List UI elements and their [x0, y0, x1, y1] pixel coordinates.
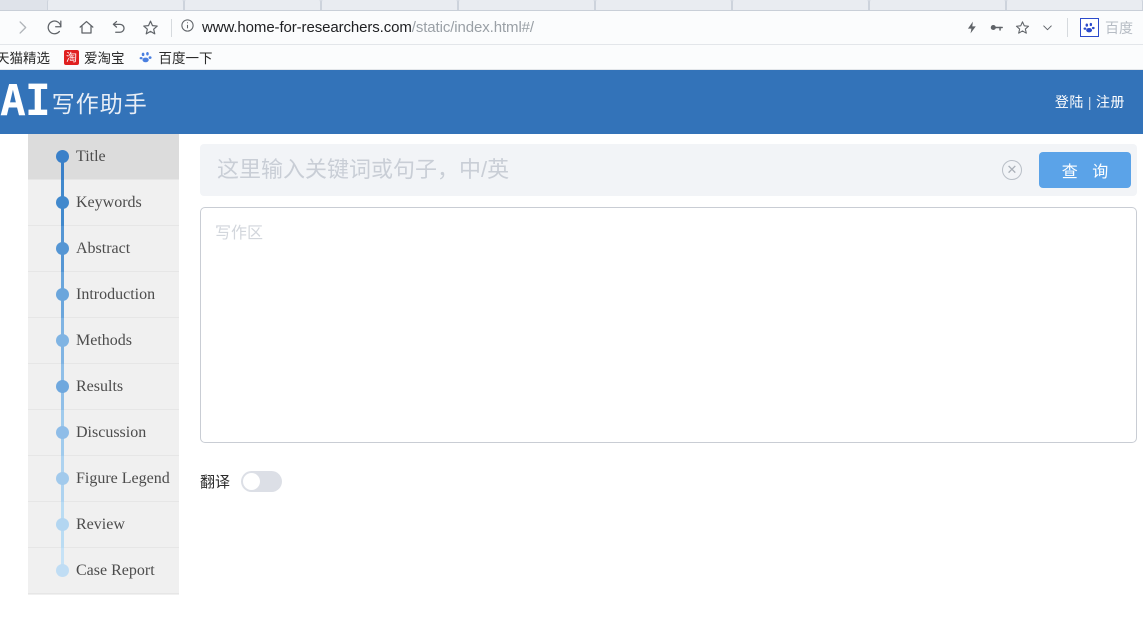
app-header: AI 写作助手 登陆 | 注册: [0, 70, 1143, 134]
undo-icon[interactable]: [104, 13, 133, 42]
sidebar-item-label: Keywords: [76, 193, 142, 211]
browser-chrome: www.home-for-researchers.com/static/inde…: [0, 0, 1143, 70]
sidebar-item-label: Introduction: [76, 285, 156, 303]
timeline-dot-icon: [56, 288, 69, 301]
sidebar-item-label: Title: [76, 147, 106, 165]
timeline-dot-icon: [56, 472, 69, 485]
lightning-icon[interactable]: [965, 19, 979, 36]
timeline-dot-icon: [56, 426, 69, 439]
browser-tab[interactable]: [320, 0, 458, 10]
browser-tab[interactable]: [731, 0, 869, 10]
sidebar-item-discussion[interactable]: Discussion: [28, 410, 179, 456]
reload-icon[interactable]: [40, 13, 69, 42]
browser-tab[interactable]: [2, 0, 47, 10]
bookmark-item[interactable]: 天猫精选: [0, 47, 50, 67]
baidu-paw-icon[interactable]: [1080, 18, 1099, 37]
translate-toggle[interactable]: [241, 471, 283, 492]
bookmarks-bar: 天猫精选 淘 爱淘宝 百度一下: [0, 45, 1143, 70]
omnibox-actions: 百度: [965, 18, 1135, 38]
browser-tab[interactable]: [594, 0, 732, 10]
browser-tab[interactable]: [183, 0, 321, 10]
sidebar-item-results[interactable]: Results: [28, 364, 179, 410]
baidu-extension-label: 百度: [1105, 19, 1133, 36]
sidebar-item-figure-legend[interactable]: Figure Legend: [28, 456, 179, 502]
auth-links: 登陆 | 注册: [1055, 92, 1125, 112]
forward-icon[interactable]: [8, 13, 37, 42]
page-body: Title Keywords Abstract Introduction Methods…: [0, 134, 1143, 595]
sidebar-item-title[interactable]: Title: [28, 134, 179, 180]
timeline-dot-icon: [56, 150, 69, 163]
bookmark-label: 百度一下: [158, 51, 213, 66]
sidebar-item-introduction[interactable]: Introduction: [28, 272, 179, 318]
sidebar-item-methods[interactable]: Methods: [28, 318, 179, 364]
section-sidebar: Title Keywords Abstract Introduction Methods…: [28, 134, 179, 595]
star-icon[interactable]: [1014, 19, 1031, 36]
baidu-extension[interactable]: 百度: [1080, 18, 1133, 38]
sidebar-item-label: Discussion: [76, 423, 147, 441]
address-bar[interactable]: www.home-for-researchers.com/static/inde…: [180, 15, 965, 41]
url-domain: www.home-for-researchers.com: [202, 19, 412, 36]
browser-tab[interactable]: [868, 0, 1006, 10]
search-input[interactable]: [217, 157, 1002, 183]
app-logo[interactable]: AI 写作助手: [0, 76, 148, 127]
sidebar-item-label: Abstract: [76, 239, 131, 257]
taobao-icon: 淘: [64, 49, 79, 65]
translate-label: 翻译: [200, 474, 231, 491]
main-content: ✕ 查 询 翻译: [179, 134, 1143, 492]
chevron-down-icon[interactable]: [1040, 20, 1055, 35]
info-circle-icon[interactable]: [180, 18, 195, 38]
bookmark-item[interactable]: 淘 爱淘宝: [64, 47, 125, 67]
sidebar-item-abstract[interactable]: Abstract: [28, 226, 179, 272]
browser-tab[interactable]: [46, 0, 184, 10]
sidebar-item-label: Case Report: [76, 561, 155, 579]
url-text: www.home-for-researchers.com/static/inde…: [202, 19, 534, 36]
login-link[interactable]: 登陆: [1055, 94, 1084, 110]
bookmark-item[interactable]: 百度一下: [139, 47, 213, 67]
timeline-dot-icon: [56, 564, 69, 577]
url-path: /static/index.html#/: [411, 19, 534, 36]
navigation-buttons: [8, 13, 165, 42]
search-button[interactable]: 查 询: [1039, 152, 1131, 188]
tab-strip[interactable]: [0, 0, 1143, 11]
translate-toggle-row: 翻译: [200, 471, 1137, 492]
register-link[interactable]: 注册: [1096, 94, 1125, 110]
bookmark-star-icon[interactable]: [136, 13, 165, 42]
toolbar-divider: [1067, 18, 1068, 37]
bookmark-label: 爱淘宝: [84, 51, 125, 66]
browser-tab[interactable]: [1005, 0, 1143, 10]
logo-mark: AI: [0, 76, 51, 127]
search-bar: ✕ 查 询: [200, 144, 1137, 196]
key-icon[interactable]: [988, 19, 1005, 36]
timeline-dot-icon: [56, 334, 69, 347]
sidebar-item-case-report[interactable]: Case Report: [28, 548, 179, 594]
baidu-paw-icon: [139, 50, 154, 65]
sidebar-item-review[interactable]: Review: [28, 502, 179, 548]
sidebar-item-label: Review: [76, 515, 125, 533]
browser-tab[interactable]: [457, 0, 595, 10]
sidebar-item-label: Results: [76, 377, 124, 395]
browser-toolbar: www.home-for-researchers.com/static/inde…: [0, 11, 1143, 45]
sidebar-item-label: Methods: [76, 331, 132, 349]
timeline-dot-icon: [56, 380, 69, 393]
sidebar-item-label: Figure Legend: [76, 469, 170, 487]
logo-text: 写作助手: [51, 90, 148, 117]
writing-area[interactable]: [200, 207, 1137, 443]
toolbar-divider: [171, 18, 172, 37]
close-circle-icon[interactable]: ✕: [1002, 160, 1022, 180]
home-icon[interactable]: [72, 13, 101, 42]
timeline-dot-icon: [56, 242, 69, 255]
auth-separator: |: [1087, 94, 1092, 110]
sidebar-item-keywords[interactable]: Keywords: [28, 180, 179, 226]
timeline-dot-icon: [56, 196, 69, 209]
timeline-dot-icon: [56, 518, 69, 531]
bookmark-label: 天猫精选: [0, 51, 50, 66]
toggle-knob: [243, 473, 261, 490]
